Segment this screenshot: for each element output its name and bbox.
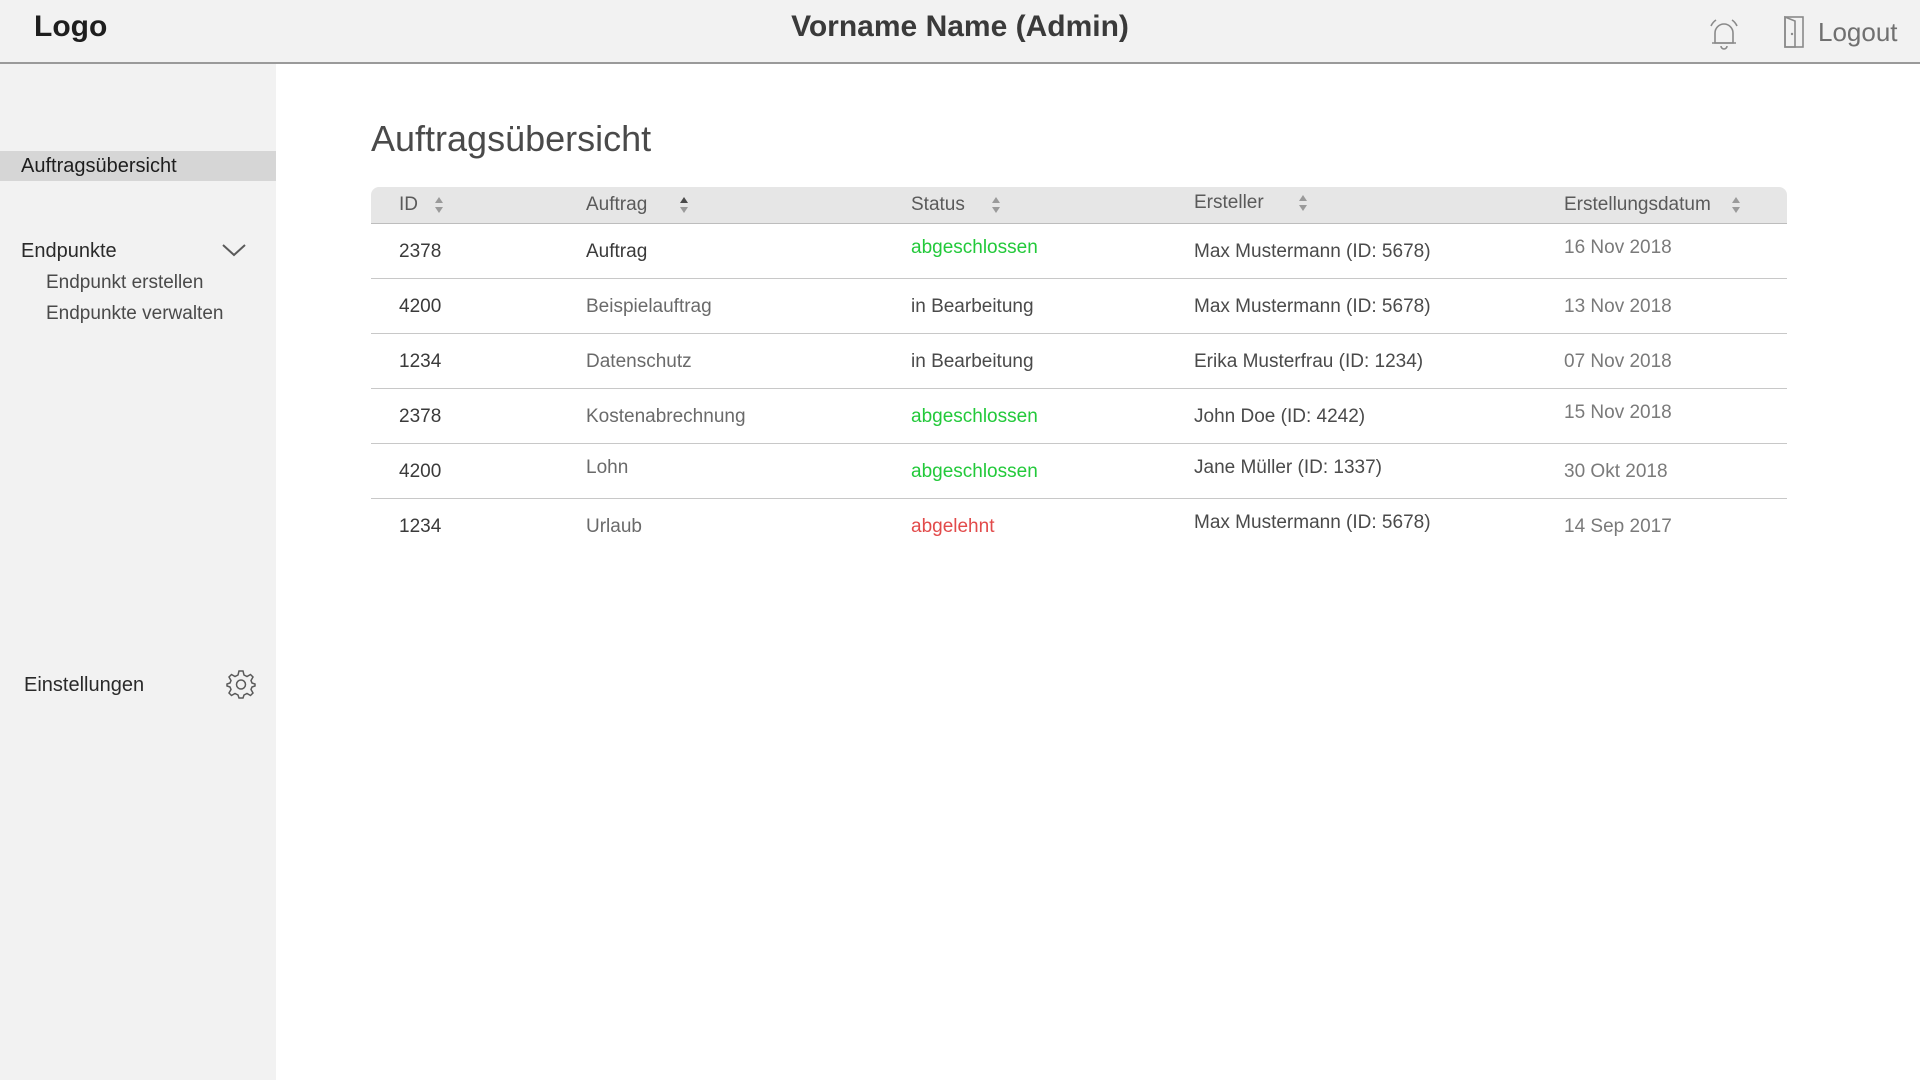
sort-icon (1298, 195, 1307, 211)
cell-status: abgeschlossen (911, 461, 1038, 482)
cell-datum: 16 Nov 2018 (1564, 237, 1672, 258)
cell-auftrag: Lohn (586, 457, 629, 478)
cell-ersteller: John Doe (ID: 4242) (1194, 406, 1366, 427)
table-row[interactable]: 1234 Datenschutz in Bearbeitung Erika Mu… (371, 334, 1787, 389)
door-exit-icon (1784, 15, 1804, 48)
cell-id: 2378 (399, 406, 442, 427)
cell-ersteller: Max Mustermann (ID: 5678) (1194, 512, 1431, 533)
sidebar-item-label: Auftragsübersicht (21, 155, 177, 177)
column-header-status[interactable]: Status (911, 194, 1001, 216)
column-label: Status (911, 194, 965, 215)
cell-ersteller: Max Mustermann (ID: 5678) (1194, 241, 1431, 262)
column-header-ersteller[interactable]: Ersteller (1194, 192, 1308, 214)
column-label: Ersteller (1194, 192, 1264, 213)
column-label: ID (399, 194, 418, 215)
top-header: Logo Vorname Name (Admin) Logout (0, 0, 1920, 64)
cell-auftrag: Datenschutz (586, 351, 692, 372)
sidebar-item-endpunkte-verwalten[interactable]: Endpunkte verwalten (46, 303, 223, 325)
cell-status: abgelehnt (911, 516, 995, 537)
sort-icon (1731, 197, 1740, 213)
alarm-bell-icon[interactable] (1706, 16, 1742, 52)
cell-id: 1234 (399, 516, 442, 537)
cell-ersteller: Erika Musterfrau (ID: 1234) (1194, 351, 1424, 372)
column-label: Auftrag (586, 194, 648, 215)
sidebar-group-endpunkte[interactable]: Endpunkte (21, 238, 251, 268)
table-row[interactable]: 4200 Beispielauftrag in Bearbeitung Max … (371, 279, 1787, 334)
cell-datum: 13 Nov 2018 (1564, 296, 1672, 317)
cell-datum: 15 Nov 2018 (1564, 402, 1672, 423)
table-row[interactable]: 4200 Lohn abgeschlossen Jane Müller (ID:… (371, 444, 1787, 499)
column-label: Erstellungsdatum (1564, 194, 1711, 215)
table-row[interactable]: 2378 Auftrag abgeschlossen Max Musterman… (371, 224, 1787, 279)
cell-status: in Bearbeitung (911, 296, 1034, 317)
table-row[interactable]: 2378 Kostenabrechnung abgeschlossen John… (371, 389, 1787, 444)
logout-label: Logout (1818, 16, 1898, 47)
gear-icon (226, 670, 256, 699)
orders-table: ID Auftrag Status Ersteller Erstellungsd… (371, 187, 1787, 553)
sidebar-item-settings[interactable]: Einstellungen (24, 667, 256, 703)
cell-ersteller: Jane Müller (ID: 1337) (1194, 457, 1382, 478)
column-header-auftrag[interactable]: Auftrag (586, 194, 689, 216)
sort-icon (435, 197, 443, 213)
table-header: ID Auftrag Status Ersteller Erstellungsd… (371, 187, 1787, 224)
sort-icon (680, 197, 689, 213)
sidebar-group-label: Endpunkte (21, 240, 117, 262)
sidebar-item-auftragsuebersicht[interactable]: Auftragsübersicht (0, 151, 276, 181)
sort-icon (991, 197, 1000, 213)
cell-datum: 07 Nov 2018 (1564, 351, 1672, 372)
cell-auftrag: Beispielauftrag (586, 296, 712, 317)
column-header-erstellungsdatum[interactable]: Erstellungsdatum (1564, 194, 1741, 216)
cell-auftrag: Auftrag (586, 241, 648, 262)
cell-id: 4200 (399, 296, 442, 317)
cell-ersteller: Max Mustermann (ID: 5678) (1194, 296, 1431, 317)
cell-id: 2378 (399, 241, 442, 262)
chevron-down-icon[interactable] (221, 242, 247, 258)
table-row[interactable]: 1234 Urlaub abgelehnt Max Mustermann (ID… (371, 499, 1787, 553)
page-title: Auftragsübersicht (371, 118, 652, 159)
logout-button[interactable]: Logout (1782, 14, 1898, 50)
cell-status: abgeschlossen (911, 406, 1038, 427)
cell-id: 4200 (399, 461, 442, 482)
cell-auftrag: Kostenabrechnung (586, 406, 746, 427)
user-title: Vorname Name (Admin) (791, 10, 1129, 43)
sidebar-item-endpunkt-erstellen[interactable]: Endpunkt erstellen (46, 272, 203, 294)
settings-label: Einstellungen (24, 674, 145, 696)
cell-status: in Bearbeitung (911, 351, 1034, 372)
sidebar: Auftragsübersicht Endpunkte Endpunkt ers… (0, 64, 276, 1080)
cell-auftrag: Urlaub (586, 516, 642, 537)
cell-datum: 30 Okt 2018 (1564, 461, 1668, 482)
column-header-id[interactable]: ID (399, 194, 444, 216)
cell-id: 1234 (399, 351, 442, 372)
cell-status: abgeschlossen (911, 237, 1038, 258)
cell-datum: 14 Sep 2017 (1564, 516, 1672, 537)
